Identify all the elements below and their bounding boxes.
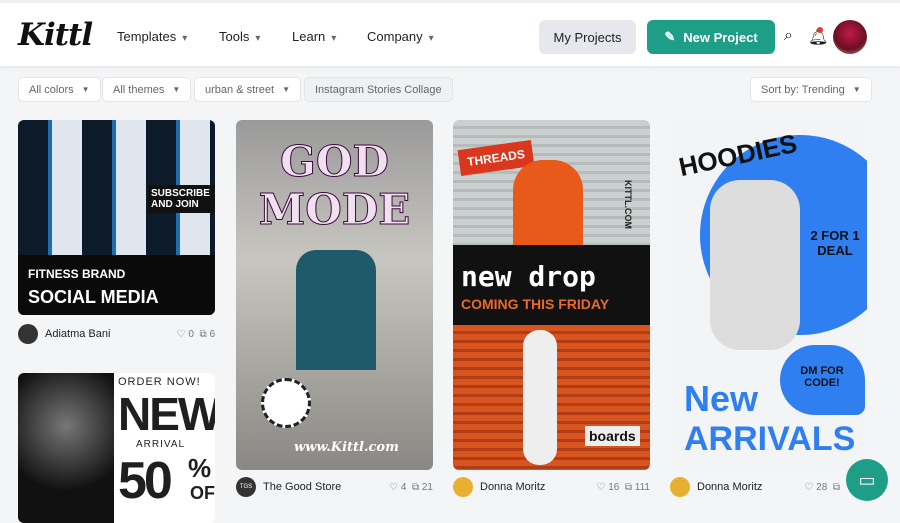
card-text: New [684, 378, 759, 419]
heart-icon[interactable]: ♡ [177, 329, 186, 340]
style-filter[interactable]: urban & street ▼ [194, 77, 302, 102]
nav-label: Templates [117, 29, 177, 44]
author-avatar[interactable] [453, 477, 473, 497]
card-text: SOCIAL MEDIA [28, 287, 159, 307]
colors-filter[interactable]: All colors ▼ [18, 77, 101, 102]
card-text: 2 FOR 1 DEAL [810, 228, 860, 258]
likes-count: 28 [816, 481, 828, 493]
card-stats: ♡ 16 ⧉ 111 [596, 482, 650, 493]
card-text: KITTL.COM [623, 180, 633, 229]
author-avatar[interactable] [18, 324, 38, 344]
card-text: SUBSCRIBE AND JOIN [148, 185, 215, 213]
template-card-god-mode[interactable]: GOD MODE www.Kittl.com [236, 120, 433, 470]
chat-icon: ▭ [858, 469, 876, 490]
template-card-new-drop[interactable]: THREADS KITTL.COM new drop COMING THIS F… [453, 120, 650, 470]
card-text: www.Kittl.com [294, 440, 399, 455]
nav-tools[interactable]: Tools ▾ [219, 29, 260, 44]
author-avatar[interactable]: TGS [236, 477, 256, 497]
chevron-down-icon: ▼ [282, 85, 291, 94]
avatar-initials: TGS [239, 484, 253, 490]
sort-label: Sort by: Trending [761, 83, 845, 96]
card-text: COMING THIS FRIDAY [461, 296, 610, 312]
filter-label: All colors [29, 83, 74, 96]
filter-label: urban & street [205, 83, 275, 96]
card-text: boards [585, 426, 640, 446]
chevron-down-icon: ▾ [182, 33, 188, 44]
card-text: ARRIVAL [136, 439, 186, 450]
heart-icon[interactable]: ♡ [389, 482, 398, 493]
card-footer: TGS The Good Store ♡ 4 ⧉ 21 [236, 476, 433, 498]
template-card-fitness[interactable]: SUBSCRIBE AND JOIN FITNESS BRAND SOCIAL … [18, 120, 215, 315]
copy-icon: ⧉ [832, 481, 840, 493]
copy-icon: ⧉ [199, 328, 207, 340]
author-avatar[interactable] [670, 477, 690, 497]
nav-label: Learn [292, 29, 326, 44]
chevron-down-icon: ▼ [172, 85, 181, 94]
uses-count: 6 [209, 328, 215, 340]
uses-count: 21 [421, 481, 433, 493]
author-name[interactable]: Donna Moritz [480, 481, 545, 493]
uses-count: 111 [634, 481, 650, 493]
card-text: DM FOR CODE! [800, 365, 844, 389]
card-text: new drop [461, 260, 596, 293]
chevron-down-icon: ▾ [428, 33, 434, 44]
copy-icon: ⧉ [624, 481, 633, 493]
card-text: ARRIVALS [684, 420, 856, 458]
card-text: 50 [118, 452, 173, 510]
chevron-down-icon: ▼ [852, 85, 861, 94]
filter-label: Instagram Stories Collage [315, 83, 442, 96]
chat-support-button[interactable]: ▭ [846, 459, 888, 501]
kittl-logo[interactable]: Kittl [18, 17, 93, 53]
likes-count: 4 [400, 481, 407, 493]
category-filter[interactable]: Instagram Stories Collage [304, 77, 453, 102]
nav-templates[interactable]: Templates ▾ [117, 29, 187, 44]
card-footer: Adiatma Bani ♡ 0 ⧉ 6 [18, 323, 215, 345]
nav-label: Company [367, 29, 423, 44]
card-stats: ♡ 4 ⧉ 21 [389, 482, 433, 493]
bell-icon[interactable]: 🔔︎ [808, 27, 828, 47]
nav-company[interactable]: Company ▾ [367, 29, 434, 44]
top-header: Kittl Templates ▾ Tools ▾ Learn ▾ Company ▾ … [0, 0, 900, 66]
chevron-down-icon: ▾ [255, 33, 261, 44]
new-project-label: New Project [683, 29, 758, 45]
nav-label: Tools [219, 29, 250, 44]
card-footer: Donna Moritz ♡ 16 ⧉ 111 [453, 476, 650, 498]
my-projects-button[interactable]: My Projects [539, 20, 636, 54]
user-avatar[interactable] [833, 20, 867, 54]
card-text: NEW [118, 388, 215, 440]
heart-icon[interactable]: ♡ [596, 482, 605, 493]
themes-filter[interactable]: All themes ▼ [102, 77, 192, 102]
card-stats: ♡ 28 ⧉ [804, 482, 840, 493]
new-project-button[interactable]: ✎ New Project [647, 20, 775, 54]
card-text: FITNESS BRAND [28, 267, 126, 281]
card-stats: ♡ 0 ⧉ 6 [177, 329, 215, 340]
edit-icon: ✎ [664, 29, 676, 44]
chevron-down-icon: ▾ [331, 33, 337, 44]
sort-dropdown[interactable]: Sort by: Trending ▼ [750, 77, 872, 102]
card-footer: Donna Moritz ♡ 28 ⧉ [670, 476, 840, 498]
author-name[interactable]: The Good Store [263, 481, 341, 493]
template-card-hoodies[interactable]: HOODIES 2 FOR 1 DEAL DM FOR CODE! New AR… [670, 120, 867, 470]
template-card-new-arrival[interactable]: ORDER NOW! NEW ARRIVAL 50 % OFF [18, 373, 215, 523]
likes-count: 0 [188, 328, 194, 340]
card-text: OFF [190, 483, 215, 503]
card-text: GOD MODE [258, 137, 411, 234]
search-icon[interactable]: ⌕ [784, 27, 793, 45]
heart-icon[interactable]: ♡ [804, 482, 813, 493]
nav-learn[interactable]: Learn ▾ [292, 29, 336, 44]
author-name[interactable]: Donna Moritz [697, 481, 762, 493]
notification-dot [817, 27, 823, 33]
copy-icon: ⧉ [411, 481, 420, 493]
author-name[interactable]: Adiatma Bani [45, 328, 110, 340]
likes-count: 16 [608, 481, 620, 493]
filter-label: All themes [113, 83, 165, 96]
chevron-down-icon: ▼ [81, 85, 90, 94]
card-text: % [188, 453, 212, 483]
